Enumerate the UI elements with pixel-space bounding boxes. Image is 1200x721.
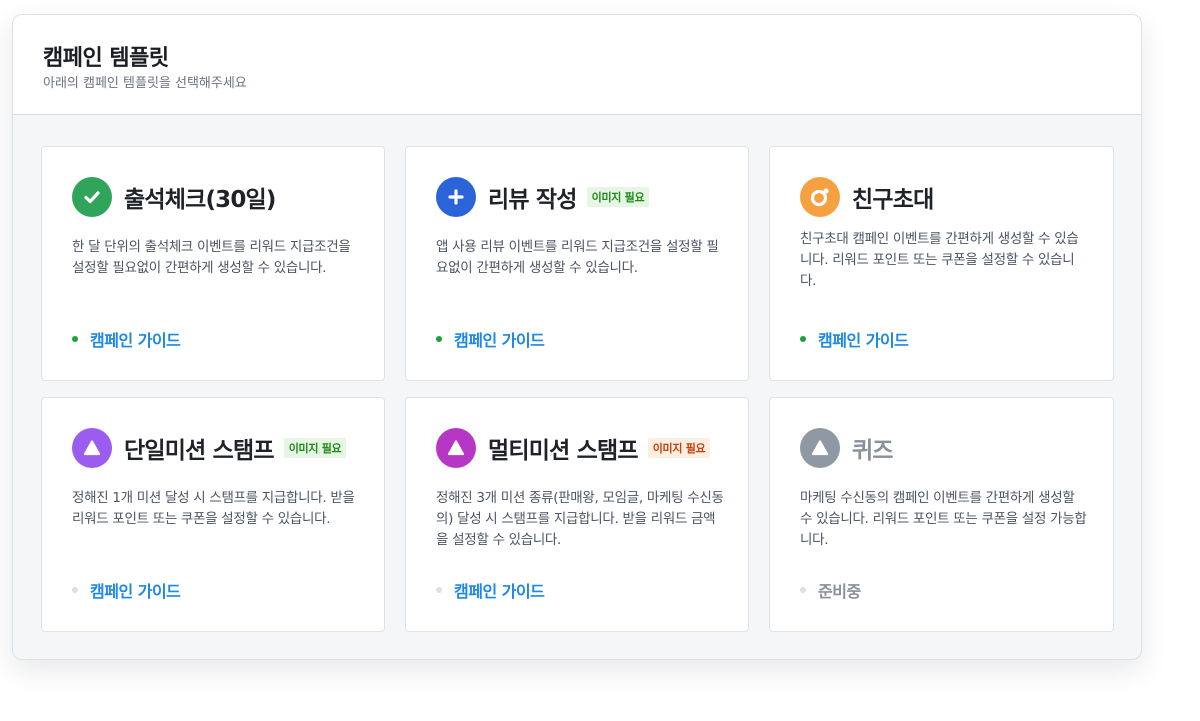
card-head: 친구초대: [800, 177, 1113, 217]
triangle-icon: [436, 428, 476, 468]
template-card-review[interactable]: 리뷰 작성 이미지 필요 앱 사용 리뷰 이벤트를 리워드 지급조건을 설정할 …: [405, 146, 749, 381]
card-description: 마케팅 수신동의 캠페인 이벤트를 간편하게 생성할 수 있습니다. 리워드 포…: [800, 490, 1087, 548]
campaign-guide-link[interactable]: 캠페인 가이드: [90, 578, 181, 602]
card-head: 단일미션 스탬프 이미지 필요: [72, 428, 384, 468]
template-grid: 출석체크(30일) 한 달 단위의 출석체크 이벤트를 리워드 지급조건을 설정…: [41, 146, 1114, 632]
card-footer: 캠페인 가이드: [436, 578, 545, 602]
plus-icon: [436, 177, 476, 217]
card-description: 한 달 단위의 출석체크 이벤트를 리워드 지급조건을 설정할 필요없이 간편하…: [72, 239, 351, 276]
card-title: 멀티미션 스탬프: [488, 438, 639, 464]
card-title: 단일미션 스탬프: [124, 438, 275, 464]
template-card-attendance[interactable]: 출석체크(30일) 한 달 단위의 출석체크 이벤트를 리워드 지급조건을 설정…: [41, 146, 385, 381]
card-description: 친구초대 캠페인 이벤트를 간편하게 생성할 수 있습니다. 리워드 포인트 또…: [800, 231, 1079, 289]
template-card-single-mission-stamp[interactable]: 단일미션 스탬프 이미지 필요 정해진 1개 미션 달성 시 스탬프를 지급합니…: [41, 397, 385, 632]
page-title: 캠페인 템플릿: [43, 46, 169, 71]
card-head: 출석체크(30일): [72, 177, 384, 217]
status-dot: [72, 587, 78, 593]
status-dot: [800, 587, 806, 593]
card-description: 앱 사용 리뷰 이벤트를 리워드 지급조건을 설정할 필요없이 간편하게 생성할…: [436, 239, 719, 276]
status-dot: [800, 336, 806, 342]
template-card-multi-mission-stamp[interactable]: 멀티미션 스탬프 이미지 필요 정해진 3개 미션 종류(판매왕, 모임글, 마…: [405, 397, 749, 632]
campaign-guide-link[interactable]: 캠페인 가이드: [454, 327, 545, 351]
panel-header: 캠페인 템플릿 아래의 캠페인 템플릿을 선택해주세요: [13, 15, 1141, 115]
status-dot: [72, 336, 78, 342]
card-footer: 캠페인 가이드: [436, 327, 545, 351]
triangle-icon: [72, 428, 112, 468]
template-card-invite[interactable]: 친구초대 친구초대 캠페인 이벤트를 간편하게 생성할 수 있습니다. 리워드 …: [769, 146, 1114, 381]
coming-soon-label: 준비중: [818, 582, 861, 601]
card-footer: 캠페인 가이드: [800, 327, 909, 351]
card-description: 정해진 3개 미션 종류(판매왕, 모임글, 마케팅 수신동의) 달성 시 스탬…: [436, 490, 724, 548]
card-title: 퀴즈: [852, 438, 894, 464]
card-footer: 캠페인 가이드: [72, 578, 181, 602]
campaign-guide-link[interactable]: 캠페인 가이드: [818, 327, 909, 351]
image-required-badge: 이미지 필요: [283, 438, 347, 458]
campaign-guide-link[interactable]: 캠페인 가이드: [90, 327, 181, 351]
page-subtitle: 아래의 캠페인 템플릿을 선택해주세요: [43, 76, 247, 91]
card-head: 멀티미션 스탬프 이미지 필요: [436, 428, 748, 468]
card-head: 리뷰 작성 이미지 필요: [436, 177, 748, 217]
image-required-badge: 이미지 필요: [647, 438, 711, 458]
invite-icon: [800, 177, 840, 217]
card-description: 정해진 1개 미션 달성 시 스탬프를 지급합니다. 받을 리워드 포인트 또는…: [72, 490, 355, 527]
image-required-badge: 이미지 필요: [586, 187, 650, 207]
check-icon: [72, 177, 112, 217]
triangle-icon: [800, 428, 840, 468]
status-dot: [436, 587, 442, 593]
status-dot: [436, 336, 442, 342]
card-title: 출석체크(30일): [124, 187, 276, 213]
card-title: 친구초대: [852, 187, 934, 213]
campaign-template-panel: 캠페인 템플릿 아래의 캠페인 템플릿을 선택해주세요 출석체크(30일) 한 …: [12, 14, 1142, 660]
campaign-guide-link[interactable]: 캠페인 가이드: [454, 578, 545, 602]
card-title: 리뷰 작성: [488, 187, 577, 213]
card-footer: 준비중: [800, 578, 861, 602]
card-head: 퀴즈: [800, 428, 1113, 468]
template-card-quiz: 퀴즈 마케팅 수신동의 캠페인 이벤트를 간편하게 생성할 수 있습니다. 리워…: [769, 397, 1114, 632]
card-footer: 캠페인 가이드: [72, 327, 181, 351]
